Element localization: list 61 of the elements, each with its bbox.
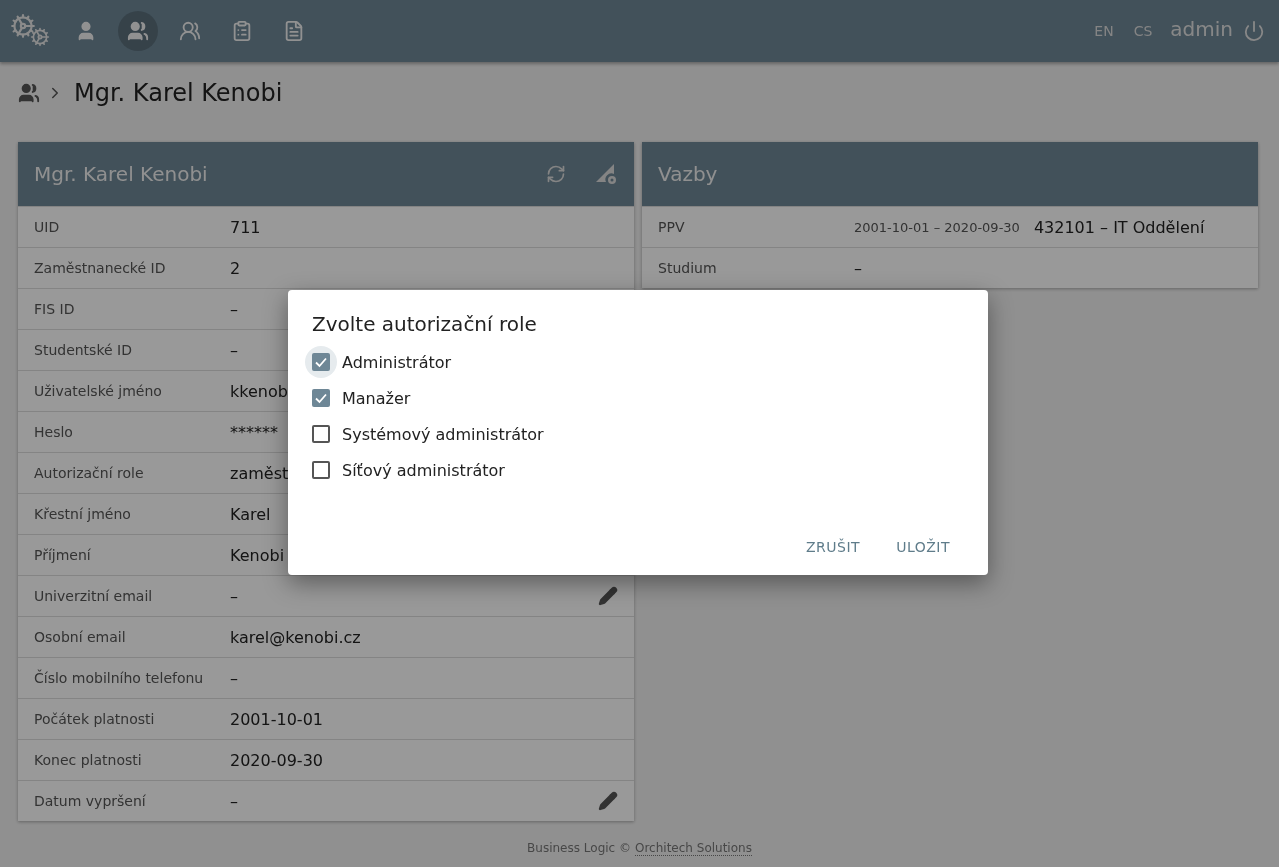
people-icon[interactable] [18, 82, 40, 104]
checkbox[interactable] [312, 389, 330, 407]
field-value: kkenob [230, 381, 288, 401]
date-range: 2001-10-01 – 2020-09-30 [854, 219, 1020, 235]
field-label: Zaměstnanecké ID [34, 260, 167, 276]
cancel-button[interactable]: ZRUŠIT [792, 529, 875, 565]
field-value: – [230, 586, 238, 606]
footer-text: Business Logic © [527, 841, 631, 855]
field-value: – [230, 668, 238, 688]
field-value: – [230, 791, 238, 811]
field-label: FIS ID [34, 301, 76, 317]
gears-logo-icon [10, 13, 52, 49]
field-value: ****** [230, 422, 278, 442]
field-label: Univerzitní email [34, 588, 154, 604]
card-title: Mgr. Karel Kenobi [34, 162, 209, 186]
card-title: Vazby [658, 162, 719, 186]
pencil-icon[interactable] [598, 586, 618, 606]
field-value: – [230, 299, 238, 319]
field-label: Studentské ID [34, 342, 133, 358]
field-value: Kenobi [230, 545, 285, 565]
role-label: Administrátor [342, 352, 452, 372]
page-title: Mgr. Karel Kenobi [74, 79, 283, 107]
language-button[interactable]: EN [1084, 17, 1124, 45]
role-label: Síťový administrátor [342, 460, 505, 480]
user-name: admin [1170, 17, 1233, 41]
checkbox[interactable] [312, 461, 330, 479]
field-label: UID [34, 219, 61, 235]
field-value: 2020-09-30 [230, 750, 323, 770]
footer-link[interactable]: Orchitech Solutions [635, 841, 752, 856]
field-label: Osobní email [34, 629, 127, 645]
field-value: karel@kenobi.cz [230, 627, 361, 647]
field-label: Uživatelské jméno [34, 383, 163, 399]
field-value: Karel [230, 504, 271, 524]
checkbox[interactable] [312, 353, 330, 371]
field-value: zaměst [230, 463, 289, 483]
save-button[interactable]: ULOŽIT [882, 529, 964, 565]
language-button[interactable]: CS [1123, 17, 1163, 45]
pencil-icon[interactable] [598, 791, 618, 811]
field-label: Konec platnosti [34, 752, 143, 768]
signal-gear-icon[interactable] [594, 162, 618, 186]
field-label: Studium [658, 260, 718, 276]
field-label: Příjmení [34, 547, 92, 563]
checkbox[interactable] [312, 425, 330, 443]
field-value: 2 [230, 258, 241, 278]
field-value: 711 [230, 217, 261, 237]
role-label: Systémový administrátor [342, 424, 544, 444]
field-label: PPV [658, 219, 686, 235]
field-value: – [854, 258, 862, 278]
dialog-title: Zvolte autorizační role [312, 312, 538, 336]
field-label: Heslo [34, 424, 74, 440]
field-value: – [230, 340, 238, 360]
field-label: Počátek platnosti [34, 711, 156, 727]
field-value: 432101 – IT Oddělení [1033, 217, 1205, 237]
field-label: Číslo mobilního telefonu [34, 670, 205, 686]
field-value: 2001-10-01 [230, 709, 323, 729]
field-label: Datum vypršení [34, 793, 147, 809]
field-label: Autorizační role [34, 465, 145, 481]
field-label: Křestní jméno [34, 506, 132, 522]
refresh-icon[interactable] [546, 164, 566, 184]
power-icon[interactable] [1243, 20, 1265, 42]
role-label: Manažer [342, 388, 411, 408]
